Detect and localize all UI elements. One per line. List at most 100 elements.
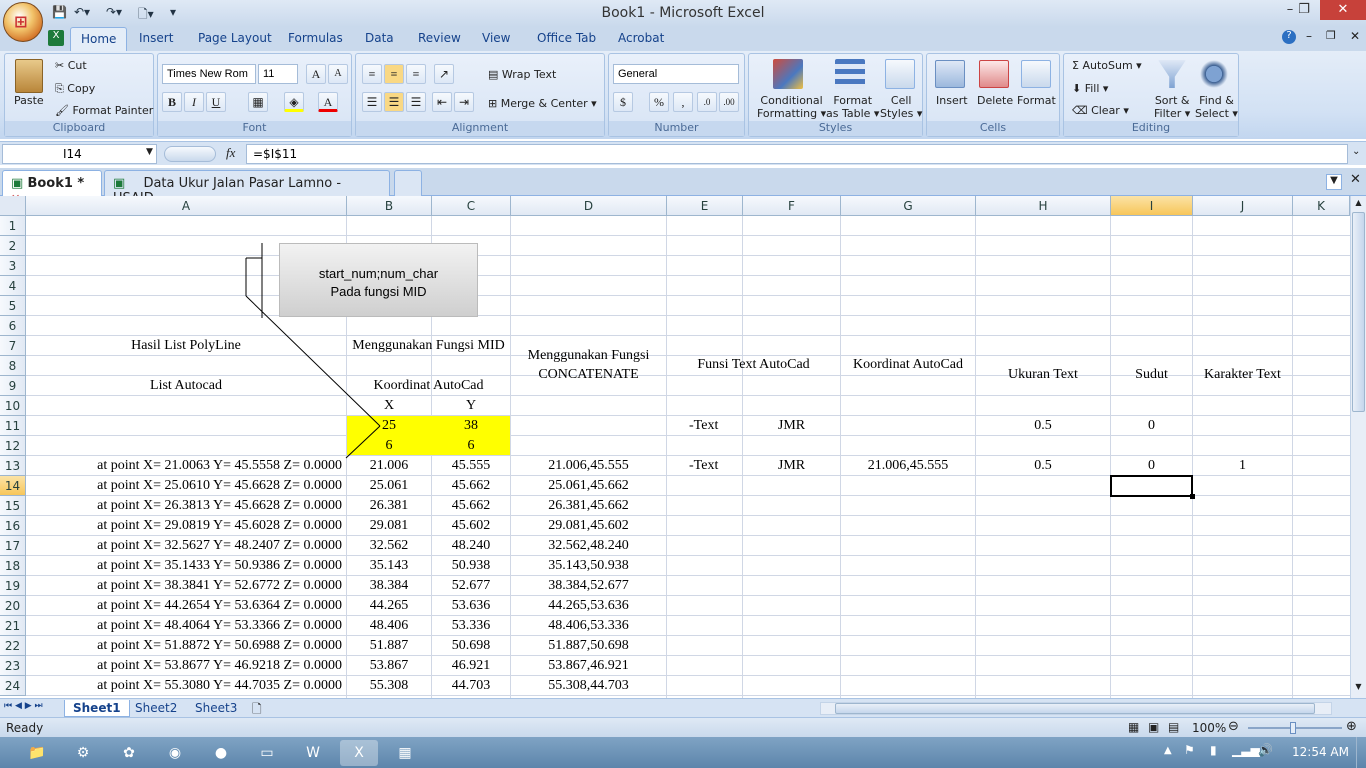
redo-icon[interactable]: ↷▾ — [106, 5, 122, 19]
file-explorer-icon[interactable]: 📁 — [18, 740, 56, 766]
format-as-table-button[interactable]: Format as Table ▾ — [826, 94, 879, 120]
expand-formula-icon[interactable]: ⌄ — [1352, 146, 1360, 157]
font-size-combo[interactable]: 11 — [258, 64, 298, 84]
borders-icon[interactable]: ▦ — [248, 92, 268, 112]
copy-button[interactable]: ⎘ Copy — [55, 82, 95, 96]
decrease-decimal-icon[interactable]: .00 — [719, 92, 739, 112]
volume-icon[interactable]: 🔊 — [1258, 743, 1273, 757]
close-doc-icon[interactable]: ✕ — [1350, 172, 1361, 187]
sheet-tab-sheet2[interactable]: Sheet2 — [127, 700, 185, 717]
scroll-up-icon[interactable]: ▲ — [1352, 198, 1365, 210]
name-box[interactable]: I14 — [2, 144, 157, 164]
close-icon[interactable]: ✕ — [1320, 0, 1366, 20]
tab-formulas[interactable]: Formulas — [288, 31, 343, 45]
orientation-icon[interactable]: ↗ — [434, 64, 454, 84]
zoom-level[interactable]: 100% — [1192, 721, 1226, 735]
tray-expand-icon[interactable]: ▲ — [1164, 745, 1172, 756]
save-icon[interactable]: 💾 — [52, 5, 67, 19]
view-page-break-icon[interactable]: ▤ — [1168, 720, 1179, 734]
find-select-button[interactable]: Find & Select ▾ — [1195, 94, 1238, 120]
bold-icon[interactable]: B — [162, 92, 182, 112]
percent-button[interactable]: % — [649, 92, 669, 112]
view-normal-icon[interactable]: ▦ — [1128, 720, 1139, 734]
horizontal-scroll-thumb[interactable] — [835, 703, 1315, 714]
format-button[interactable]: Format — [1017, 94, 1056, 107]
merge-center-button[interactable]: ⊞ Merge & Center ▾ — [488, 97, 597, 110]
app-icon-1[interactable]: ⚙ — [64, 740, 102, 766]
ribbon-minimize-icon[interactable]: – — [1306, 29, 1312, 43]
vertical-scrollbar[interactable]: ▲ ▼ — [1350, 196, 1366, 698]
show-desktop-button[interactable] — [1356, 737, 1366, 768]
help-icon[interactable]: ? — [1282, 30, 1296, 44]
word-icon[interactable]: W — [294, 740, 332, 766]
insert-button[interactable]: Insert — [936, 94, 968, 107]
vertical-scroll-thumb[interactable] — [1352, 212, 1365, 412]
tab-review[interactable]: Review — [418, 31, 461, 45]
font-color-icon[interactable]: A — [318, 92, 338, 112]
italic-icon[interactable]: I — [184, 92, 204, 112]
align-top-icon[interactable]: ≡ — [362, 64, 382, 84]
zoom-slider-thumb[interactable] — [1290, 722, 1296, 734]
align-middle-icon[interactable]: ≡ — [384, 64, 404, 84]
wrap-text-button[interactable]: ▤ Wrap Text — [488, 68, 556, 81]
currency-button[interactable]: $ — [613, 92, 633, 112]
formula-input[interactable]: =$I$11 — [246, 144, 1348, 164]
autosum-button[interactable]: Σ AutoSum ▾ — [1072, 59, 1142, 72]
doc-tab-book1[interactable]: ▣ Book1 * ✕ — [2, 170, 102, 205]
worksheet-grid[interactable]: ABCDEFGHIJK 1 2 3 4 5 6 7 8 9 10 11 12 13 14 15 16 17 18 1… — [0, 196, 1350, 698]
font-name-combo[interactable]: Times New Rom — [162, 64, 256, 84]
battery-icon[interactable]: ▮ — [1210, 743, 1217, 757]
decrease-indent-icon[interactable]: ⇤ — [432, 92, 452, 112]
tab-home[interactable]: Home — [70, 27, 128, 51]
increase-indent-icon[interactable]: ⇥ — [454, 92, 474, 112]
align-center-icon[interactable]: ☰ — [384, 92, 404, 112]
app-icon-3[interactable]: ▭ — [248, 740, 286, 766]
conditional-formatting-button[interactable]: Conditional Formatting ▾ — [757, 94, 826, 120]
scroll-down-icon[interactable]: ▼ — [1352, 682, 1365, 694]
sheet-nav-icons[interactable]: ⏮ ◀ ▶ ⏭ — [4, 701, 43, 711]
align-right-icon[interactable]: ☰ — [406, 92, 426, 112]
zoom-out-icon[interactable]: ⊖ — [1228, 719, 1239, 734]
ribbon-close-icon[interactable]: ✕ — [1350, 29, 1360, 43]
excel-taskbar-icon[interactable]: X — [340, 740, 378, 766]
chrome-icon[interactable]: ◉ — [156, 740, 194, 766]
name-box-dropdown-icon[interactable]: ▼ — [146, 147, 153, 157]
tab-office-tab[interactable]: Office Tab — [537, 31, 596, 45]
horizontal-scrollbar[interactable] — [820, 702, 1332, 715]
app-icon-4[interactable]: ▦ — [386, 740, 424, 766]
print-preview-icon[interactable]: 🗋▾ — [138, 5, 154, 26]
formula-bar-handle[interactable] — [164, 146, 216, 162]
cut-button[interactable]: ✂ Cut — [55, 59, 87, 72]
sort-filter-button[interactable]: Sort & Filter ▾ — [1154, 94, 1190, 120]
network-icon[interactable]: ▁▃▅ — [1232, 743, 1260, 757]
number-format-combo[interactable]: General — [613, 64, 739, 84]
paste-icon[interactable] — [15, 59, 43, 93]
callout-textbox[interactable]: start_num;num_char Pada fungsi MID — [279, 243, 478, 317]
comma-button[interactable]: , — [673, 92, 693, 112]
increase-decimal-icon[interactable]: .0 — [697, 92, 717, 112]
new-tab-button[interactable] — [394, 170, 422, 196]
align-bottom-icon[interactable]: ≡ — [406, 64, 426, 84]
sheet-tab-sheet3[interactable]: Sheet3 — [187, 700, 245, 717]
firefox-icon[interactable]: ● — [202, 740, 240, 766]
tab-data[interactable]: Data — [365, 31, 394, 45]
ribbon-restore-icon[interactable]: ❐ — [1326, 29, 1336, 42]
format-painter-button[interactable]: 🖌 Format Painter — [55, 104, 153, 117]
customize-qat-icon[interactable]: ▾ — [170, 5, 176, 19]
tab-insert[interactable]: Insert — [139, 31, 173, 45]
zoom-in-icon[interactable]: ⊕ — [1346, 719, 1357, 734]
app-icon-2[interactable]: ✿ — [110, 740, 148, 766]
tab-list-icon[interactable]: ▼ — [1326, 174, 1342, 190]
align-left-icon[interactable]: ☰ — [362, 92, 382, 112]
paste-button[interactable]: Paste — [14, 94, 44, 107]
undo-icon[interactable]: ↶▾ — [74, 5, 90, 19]
restore-icon[interactable]: ❐ — [1290, 0, 1318, 20]
shrink-font-icon[interactable]: A — [328, 64, 348, 84]
doc-tab-data-ukur[interactable]: ▣ Data Ukur Jalan Pasar Lamno - USAID — [104, 170, 390, 206]
delete-button[interactable]: Delete — [977, 94, 1013, 107]
tab-view[interactable]: View — [482, 31, 510, 45]
tab-page-layout[interactable]: Page Layout — [198, 31, 272, 45]
fill-color-icon[interactable]: ◈ — [284, 92, 304, 112]
fill-button[interactable]: ⬇ Fill ▾ — [1072, 82, 1108, 95]
grow-font-icon[interactable]: A — [306, 64, 326, 84]
